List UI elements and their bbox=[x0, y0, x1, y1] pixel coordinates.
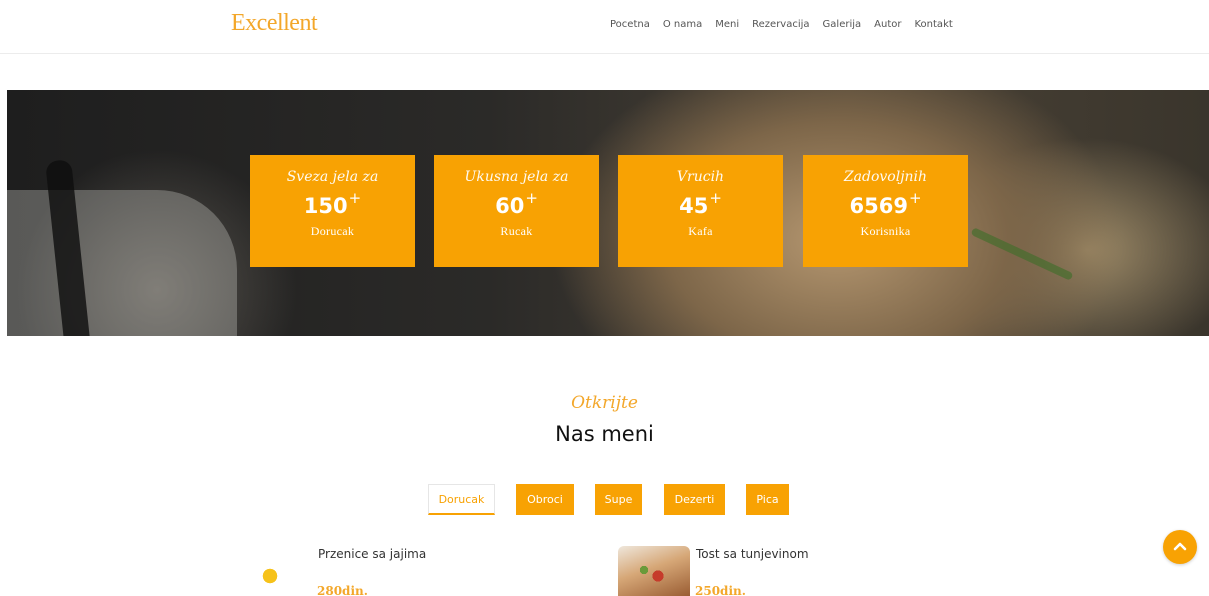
stat-script: Vrucih bbox=[676, 169, 725, 185]
stat-script: Zadovoljnih bbox=[843, 169, 928, 185]
nav-meni[interactable]: Meni bbox=[715, 19, 739, 30]
stat-number: 6569+ bbox=[849, 189, 922, 218]
stat-label: Korisnika bbox=[860, 224, 911, 238]
nav-kontakt[interactable]: Kontakt bbox=[915, 19, 953, 30]
menu-item-price: 280din. bbox=[317, 584, 368, 596]
tab-supe[interactable]: Supe bbox=[595, 484, 642, 515]
back-to-top-button[interactable] bbox=[1163, 530, 1197, 564]
hero-banner: Sveza jela za 150+ Dorucak Ukusna jela z… bbox=[7, 90, 1209, 336]
nav-o-nama[interactable]: O nama bbox=[663, 19, 702, 30]
main-nav: Pocetna O nama Meni Rezervacija Galerija… bbox=[610, 19, 966, 30]
menu-section-script-title: Otkrijte bbox=[571, 393, 638, 413]
nav-rezervacija[interactable]: Rezervacija bbox=[752, 19, 809, 30]
stat-number: 150+ bbox=[303, 189, 362, 218]
site-header: Excellent Pocetna O nama Meni Rezervacij… bbox=[0, 0, 1209, 54]
chevron-up-icon bbox=[1173, 539, 1187, 555]
site-logo[interactable]: Excellent bbox=[231, 10, 318, 37]
hero-photo-garnish bbox=[970, 227, 1074, 281]
hero-photo-plate bbox=[7, 190, 237, 336]
stat-script: Ukusna jela za bbox=[464, 169, 569, 185]
stat-number: 60+ bbox=[495, 189, 538, 218]
stat-card-kafa: Vrucih 45+ Kafa bbox=[618, 155, 783, 267]
menu-item-name: Przenice sa jajima bbox=[318, 547, 427, 561]
tab-dorucak[interactable]: Dorucak bbox=[428, 484, 495, 515]
menu-item-price: 250din. bbox=[695, 584, 746, 596]
stat-label: Rucak bbox=[500, 224, 533, 238]
tab-dezerti[interactable]: Dezerti bbox=[664, 484, 725, 515]
stat-script: Sveza jela za bbox=[286, 169, 379, 185]
menu-item-image bbox=[240, 546, 312, 596]
stat-card-rucak: Ukusna jela za 60+ Rucak bbox=[434, 155, 599, 267]
menu-tabs: Dorucak Obroci Supe Dezerti Pica bbox=[0, 484, 1209, 515]
tab-obroci[interactable]: Obroci bbox=[516, 484, 574, 515]
menu-item-image bbox=[618, 546, 690, 596]
menu-section-title: Nas meni bbox=[555, 422, 654, 446]
tab-pica[interactable]: Pica bbox=[746, 484, 789, 515]
nav-pocetna[interactable]: Pocetna bbox=[610, 19, 650, 30]
nav-autor[interactable]: Autor bbox=[874, 19, 901, 30]
nav-galerija[interactable]: Galerija bbox=[823, 19, 862, 30]
stat-label: Kafa bbox=[688, 224, 713, 238]
stat-card-dorucak: Sveza jela za 150+ Dorucak bbox=[250, 155, 415, 267]
stat-number: 45+ bbox=[679, 189, 722, 218]
menu-item-name: Tost sa tunjevinom bbox=[696, 547, 809, 561]
stat-label: Dorucak bbox=[310, 224, 355, 238]
stat-card-korisnika: Zadovoljnih 6569+ Korisnika bbox=[803, 155, 968, 267]
